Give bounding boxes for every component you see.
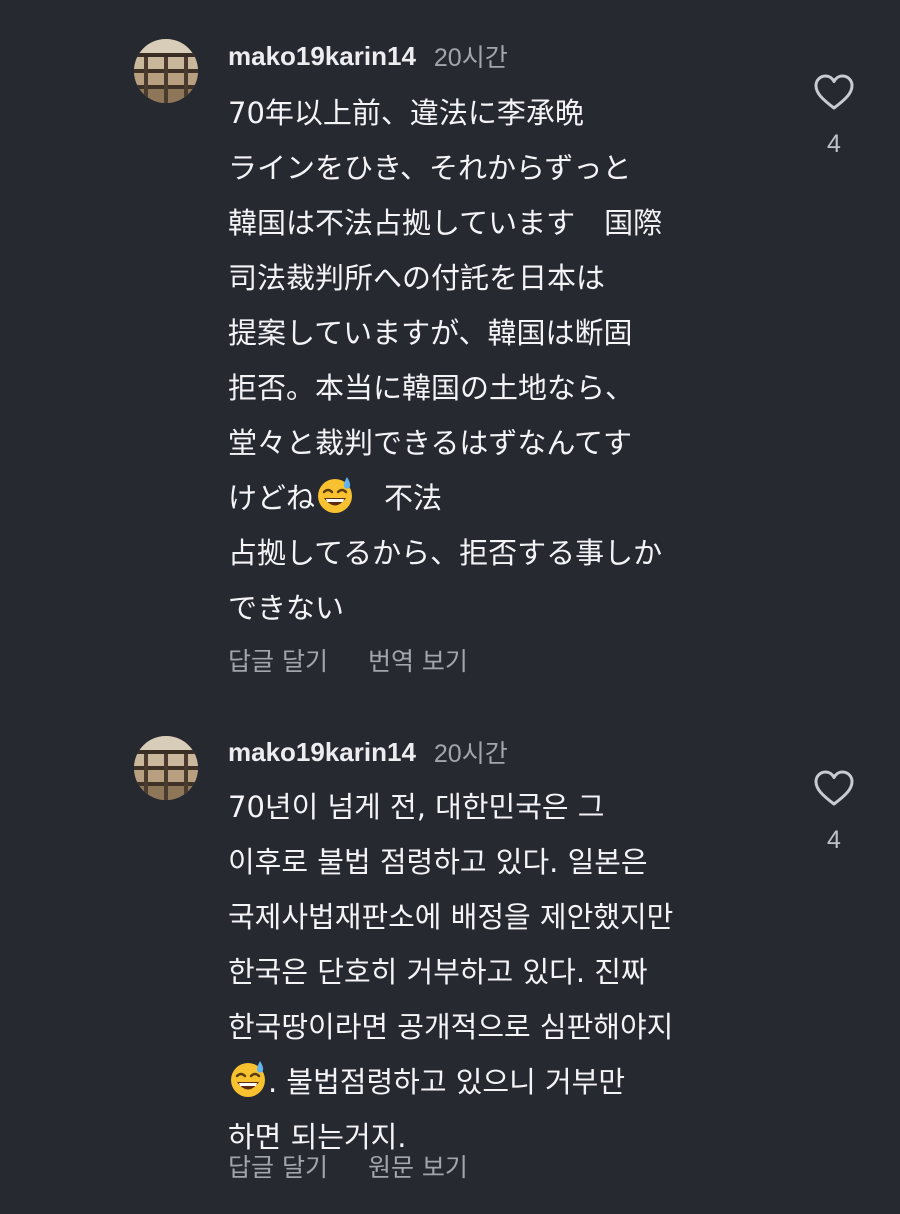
comment-line: 이후로 불법 점령하고 있다. 일본은 bbox=[228, 845, 648, 879]
grinning-sweat-emoji-icon bbox=[231, 1061, 265, 1097]
avatar-image bbox=[134, 736, 198, 800]
timestamp: 20시간 bbox=[433, 740, 508, 768]
comment-line: 70年以上前、違法に李承晩 bbox=[228, 96, 584, 130]
comment-header: mako19karin14 20시간 bbox=[228, 38, 508, 74]
grinning-sweat-emoji-icon bbox=[318, 477, 353, 513]
comment-line: 한국땅이라면 공개적으로 심판해야지 bbox=[228, 1010, 674, 1044]
heart-outline-icon[interactable] bbox=[812, 768, 856, 808]
comment-line: 占拠してるから、拒否する事しか bbox=[228, 536, 663, 570]
username[interactable]: mako19karin14 bbox=[228, 41, 416, 72]
comment-actions: 답글 달기 원문 보기 bbox=[228, 1148, 468, 1184]
comment-text-fragment: 不法 bbox=[355, 481, 443, 515]
translate-button[interactable]: 번역 보기 bbox=[368, 642, 468, 678]
reply-button[interactable]: 답글 달기 bbox=[228, 1148, 328, 1184]
like-count: 4 bbox=[827, 130, 841, 158]
comment-line: できない bbox=[228, 591, 345, 625]
like-control: 4 bbox=[812, 72, 856, 159]
comment-header: mako19karin14 20시간 bbox=[228, 734, 508, 770]
comment-line: 拒否。本当に韓国の土地なら、 bbox=[228, 371, 635, 405]
comment-line: 堂々と裁判できるはずなんてす bbox=[228, 426, 632, 460]
comment-actions: 답글 달기 번역 보기 bbox=[228, 642, 468, 678]
username[interactable]: mako19karin14 bbox=[228, 737, 416, 768]
comment-line: 司法裁判所への付託を日本は bbox=[228, 261, 606, 295]
view-original-button[interactable]: 원문 보기 bbox=[368, 1148, 468, 1184]
comment-text: 70년이 넘게 전, 대한민국은 그 이후로 불법 점령하고 있다. 일본은 국… bbox=[228, 780, 788, 1165]
avatar[interactable] bbox=[134, 39, 198, 103]
comment-text-fragment: . 불법점령하고 있으니 거부만 bbox=[268, 1065, 626, 1099]
avatar-image bbox=[134, 39, 198, 103]
avatar[interactable] bbox=[134, 736, 198, 800]
comment-line: 提案していますが、韓国は断固 bbox=[228, 316, 633, 350]
comment-line: 韓国は不法占拠しています 国際 bbox=[228, 206, 663, 240]
timestamp: 20시간 bbox=[433, 44, 508, 72]
like-count: 4 bbox=[827, 826, 841, 854]
heart-outline-icon[interactable] bbox=[812, 72, 856, 112]
comment-line: 한국은 단호히 거부하고 있다. 진짜 bbox=[228, 955, 648, 989]
comment-line: けどね 不法 bbox=[228, 471, 788, 526]
reply-button[interactable]: 답글 달기 bbox=[228, 642, 328, 678]
comment-line: . 불법점령하고 있으니 거부만 bbox=[228, 1055, 788, 1110]
comment-line: ラインをひき、それからずっと bbox=[228, 151, 632, 185]
like-control: 4 bbox=[812, 768, 856, 855]
comment-line: 70년이 넘게 전, 대한민국은 그 bbox=[228, 790, 605, 824]
comment-text-fragment: けどね bbox=[228, 481, 316, 515]
comment-text: 70年以上前、違法に李承晩 ラインをひき、それからずっと 韓国は不法占拠していま… bbox=[228, 86, 788, 636]
comment-line: 국제사법재판소에 배정을 제안했지만 bbox=[228, 900, 674, 934]
